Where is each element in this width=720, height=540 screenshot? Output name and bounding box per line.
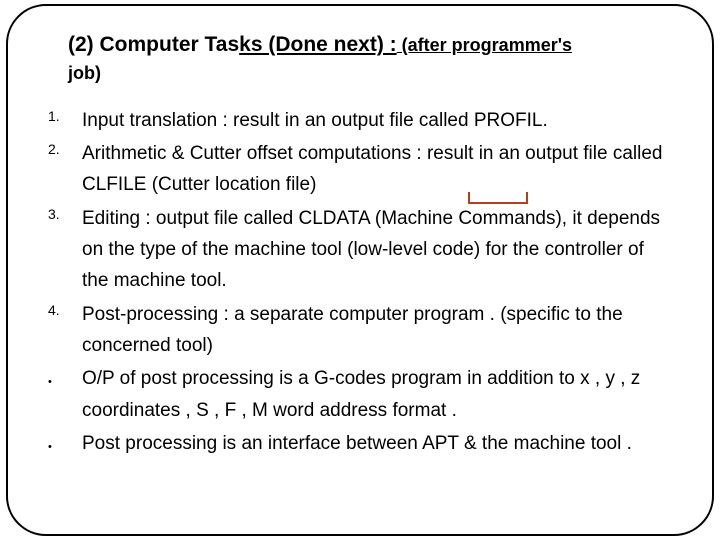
heading-job: job) xyxy=(68,61,672,86)
bullet-marker: • xyxy=(48,373,52,391)
list-text: Editing : output file called CLDATA (Mac… xyxy=(82,208,660,292)
list-marker: 2. xyxy=(48,138,60,161)
list-marker: 3. xyxy=(48,203,60,226)
list-marker: 1. xyxy=(48,105,60,128)
list-item: • O/P of post processing is a G-codes pr… xyxy=(82,363,672,426)
list-marker: 4. xyxy=(48,299,60,322)
slide-frame: (2) Computer Tasks (Done next) : (after … xyxy=(6,4,714,536)
list-item: • Post processing is an interface betwee… xyxy=(82,428,672,459)
heading-paren: (after programmer's xyxy=(397,35,572,55)
list-item: 4. Post-processing : a separate computer… xyxy=(82,299,672,362)
heading-underlined: ks (Done next) : xyxy=(239,33,397,56)
heading-prefix: (2) Computer Tas xyxy=(68,33,239,56)
list-text: Post-processing : a separate computer pr… xyxy=(82,304,623,356)
slide-heading: (2) Computer Tasks (Done next) : (after … xyxy=(68,30,672,87)
list-item: 1. Input translation : result in an outp… xyxy=(82,105,672,136)
list-item: 3. Editing : output file called CLDATA (… xyxy=(82,203,672,297)
bullet-marker: • xyxy=(48,438,52,456)
list-item: 2. Arithmetic & Cutter offset computatio… xyxy=(82,138,672,201)
list-text: Arithmetic & Cutter offset computations … xyxy=(82,143,663,195)
list-text: Post processing is an interface between … xyxy=(82,433,632,454)
annotation-bracket xyxy=(468,192,528,204)
list-text: O/P of post processing is a G-codes prog… xyxy=(82,368,640,420)
task-list: 1. Input translation : result in an outp… xyxy=(48,105,672,460)
list-text: Input translation : result in an output … xyxy=(82,110,548,131)
